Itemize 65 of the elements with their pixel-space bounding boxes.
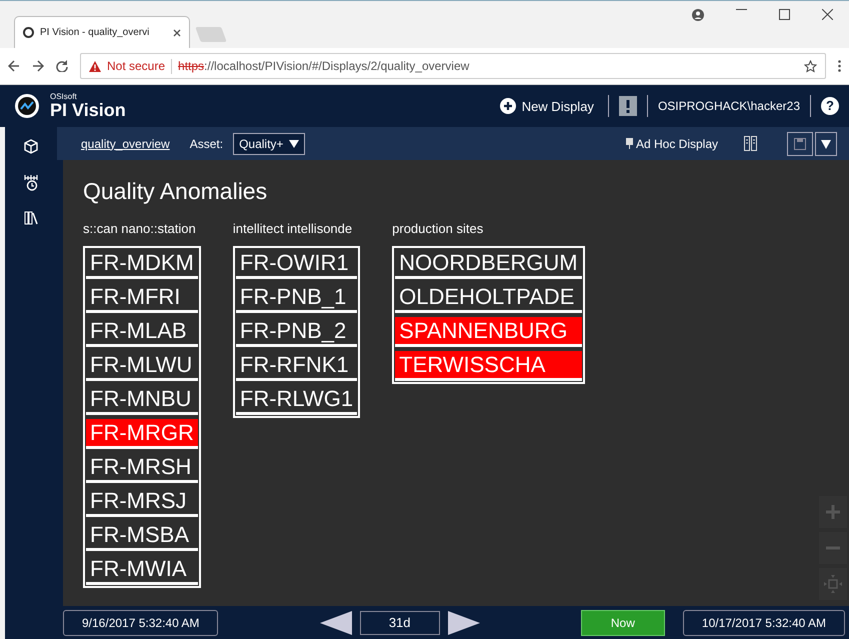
group-heading: intellitect intellisonde xyxy=(232,221,354,236)
minimize-icon[interactable] xyxy=(736,9,747,11)
caret-icon[interactable] xyxy=(815,132,837,156)
duration-field[interactable]: 31d xyxy=(360,610,440,634)
user-name[interactable]: OSIPROGHACK\hacker23 xyxy=(658,99,800,113)
timer-icon[interactable] xyxy=(24,174,38,191)
warning-icon xyxy=(89,60,101,72)
asset-value-label[interactable]: FR-MWIA xyxy=(86,555,198,585)
feedback-icon[interactable] xyxy=(618,96,637,116)
asset-value-label[interactable]: FR-MRSJ xyxy=(86,487,198,517)
group-heading: s::can nano::station xyxy=(83,221,197,236)
close-icon[interactable] xyxy=(822,9,833,20)
end-time-field[interactable]: 10/17/2017 5:32:40 AM xyxy=(682,610,846,636)
tab-title: PI Vision - quality_overvi xyxy=(40,27,150,38)
security-label: Not secure xyxy=(107,59,166,73)
forward-arrow-icon[interactable] xyxy=(448,610,480,634)
display-title: Quality Anomalies xyxy=(83,178,268,205)
asset-dropdown[interactable]: Quality+ xyxy=(233,132,306,154)
start-time-field[interactable]: 9/16/2017 5:32:40 AM xyxy=(63,610,218,636)
new-display-button[interactable]: New Display xyxy=(496,98,598,114)
asset-value-label[interactable]: SPANNENBURG xyxy=(395,317,582,347)
asset-value-label[interactable]: FR-MDKM xyxy=(86,249,198,279)
asset-value-label[interactable]: TERWISSCHA xyxy=(395,351,582,381)
save-icon[interactable] xyxy=(787,132,813,156)
pin-icon xyxy=(624,138,634,149)
asset-value-label[interactable]: FR-MNBU xyxy=(86,385,198,415)
star-icon[interactable] xyxy=(804,60,817,72)
asset-value-label[interactable]: FR-MLWU xyxy=(86,351,198,381)
asset-value-label[interactable]: FR-OWIR1 xyxy=(236,249,358,279)
help-button[interactable]: ? xyxy=(821,97,839,115)
asset-value-label[interactable]: FR-MFRI xyxy=(86,283,198,313)
profile-icon[interactable] xyxy=(692,9,704,21)
asset-value-label[interactable]: FR-MSBA xyxy=(86,521,198,551)
now-button[interactable]: Now xyxy=(580,610,665,636)
cube-icon[interactable] xyxy=(24,139,38,154)
asset-value-label[interactable]: FR-PNB_2 xyxy=(236,317,358,347)
asset-value-label[interactable]: FR-PNB_1 xyxy=(236,283,358,313)
asset-value-label[interactable]: OLDEHOLTPADE xyxy=(395,283,582,313)
address-field[interactable]: Not secure https://localhost/PIVision/#/Displays/2/quality_overview xyxy=(80,53,826,79)
columns-icon[interactable] xyxy=(744,136,757,152)
asset-value-label[interactable]: FR-MRSH xyxy=(86,453,198,483)
forward-icon[interactable] xyxy=(32,60,44,72)
reload-icon[interactable] xyxy=(56,60,68,72)
app-title: PI Vision xyxy=(50,101,126,119)
back-arrow-icon[interactable] xyxy=(320,610,352,634)
asset-value-label[interactable]: FR-RFNK1 xyxy=(236,351,358,381)
ad-hoc-display-button[interactable]: Ad Hoc Display xyxy=(618,136,724,152)
caret-icon xyxy=(289,140,300,148)
logo-icon xyxy=(14,93,40,119)
asset-value-label[interactable]: NOORDBERGUM xyxy=(395,249,582,279)
company-name: OSIsoft xyxy=(50,93,78,101)
asset-value-label[interactable]: FR-RLWG1 xyxy=(236,385,358,415)
maximize-icon[interactable] xyxy=(779,9,790,20)
site-icon xyxy=(23,27,34,38)
plus-icon xyxy=(500,98,516,114)
browser-tab[interactable]: PI Vision - quality_overvi xyxy=(14,16,190,48)
library-icon[interactable] xyxy=(24,211,38,225)
url-text: https://localhost/PIVision/#/Displays/2/quality_overview xyxy=(178,59,470,73)
asset-label: Asset: xyxy=(190,136,224,150)
group-heading: production sites xyxy=(392,221,484,236)
asset-value-label[interactable]: FR-MLAB xyxy=(86,317,198,347)
menu-icon[interactable] xyxy=(838,60,841,72)
display-link[interactable]: quality_overview xyxy=(81,136,170,150)
asset-value-label[interactable]: FR-MRGR xyxy=(86,419,198,449)
back-icon[interactable] xyxy=(8,60,20,72)
